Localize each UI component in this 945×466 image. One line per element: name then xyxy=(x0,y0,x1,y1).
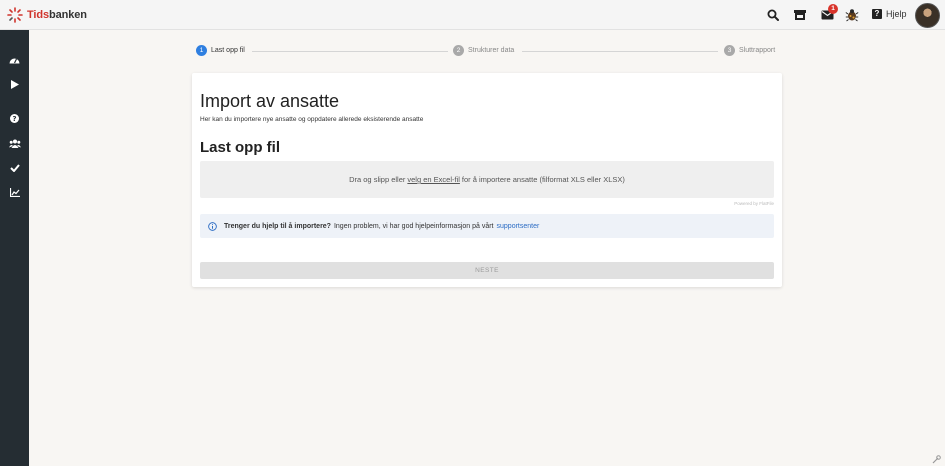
step-upload: 1 Last opp fil xyxy=(196,45,245,56)
step-number: 1 xyxy=(196,45,207,56)
step-label: Last opp fil xyxy=(211,47,245,54)
question-icon[interactable]: ? xyxy=(7,111,22,125)
step-label: Sluttrapport xyxy=(739,47,776,54)
check-icon[interactable] xyxy=(7,161,22,175)
help-button[interactable]: ? Hjelp xyxy=(872,9,907,19)
step-connector xyxy=(252,51,448,52)
dashboard-icon[interactable] xyxy=(7,52,22,66)
tidsbanken-logo[interactable]: Tidsbanken xyxy=(7,7,87,23)
step-structure: 2 Strukturer data xyxy=(453,45,514,56)
user-avatar[interactable] xyxy=(915,3,940,28)
brand-name: Tidsbanken xyxy=(27,9,87,21)
file-dropzone[interactable]: Dra og slipp eller velg en Excel-fil for… xyxy=(200,161,774,198)
support-link[interactable]: supportsenter xyxy=(497,223,540,230)
step-number: 2 xyxy=(453,45,464,56)
search-icon[interactable] xyxy=(766,8,780,22)
help-info-box: Trenger du hjelp til å importere? Ingen … xyxy=(200,214,774,238)
top-bar: Tidsbanken 1 ? Hjelp xyxy=(0,0,945,30)
dropzone-text-after: for å importere ansatte (filformat XLS e… xyxy=(461,175,625,184)
mail-badge: 1 xyxy=(828,4,838,14)
help-label: Hjelp xyxy=(886,9,907,19)
svg-text:?: ? xyxy=(12,115,16,123)
chart-icon[interactable] xyxy=(7,185,22,199)
users-icon[interactable] xyxy=(7,136,22,150)
step-report: 3 Sluttrapport xyxy=(724,45,775,56)
sidebar: ? xyxy=(0,30,29,466)
wrench-icon[interactable] xyxy=(932,455,941,464)
select-file-link[interactable]: velg en Excel-fil xyxy=(407,175,460,184)
question-icon: ? xyxy=(872,9,882,19)
info-text: Ingen problem, vi har god hjelpeinformas… xyxy=(333,222,494,230)
next-button[interactable]: NESTE xyxy=(200,262,774,279)
step-number: 3 xyxy=(724,45,735,56)
section-title: Last opp fil xyxy=(200,139,280,156)
logo-icon xyxy=(7,7,23,23)
step-label: Strukturer data xyxy=(468,47,515,54)
dropzone-text: Dra og slipp eller xyxy=(349,175,406,184)
import-stepper: 1 Last opp fil 2 Strukturer data 3 Slutt… xyxy=(196,45,782,58)
bug-icon[interactable] xyxy=(845,8,859,22)
play-icon[interactable] xyxy=(7,77,22,91)
store-icon[interactable] xyxy=(793,8,807,22)
info-bold-text: Trenger du hjelp til å importere? xyxy=(224,222,331,230)
powered-by: Powered by FlatFile xyxy=(734,201,774,206)
step-connector xyxy=(522,51,718,52)
page-subtitle: Her kan du importere nye ansatte og oppd… xyxy=(200,116,424,123)
page-title: Import av ansatte xyxy=(200,91,340,111)
info-icon xyxy=(208,221,217,231)
import-card: Import av ansatte Her kan du importere n… xyxy=(192,73,782,287)
